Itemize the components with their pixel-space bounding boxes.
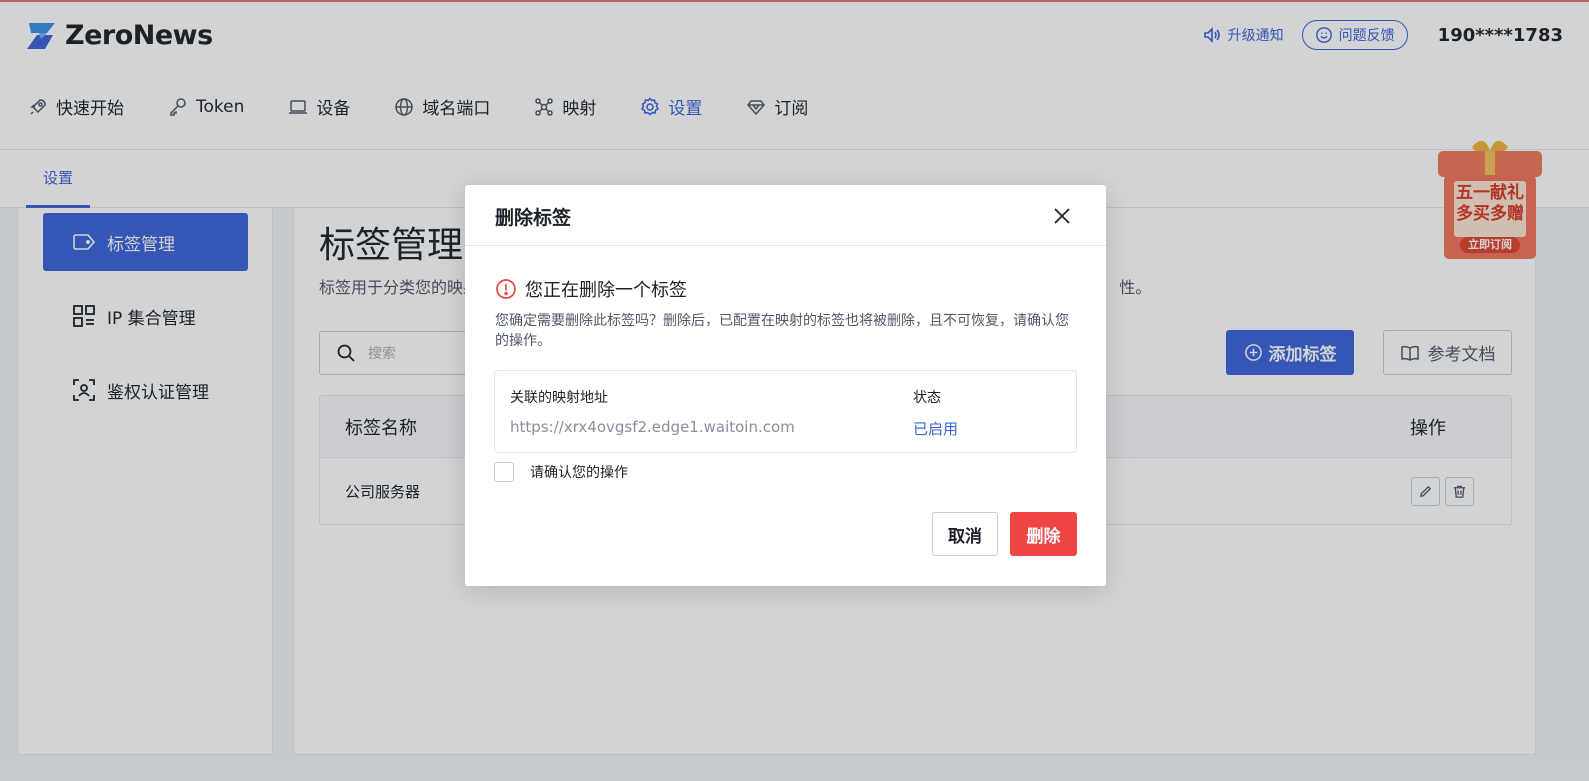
warning-text: 您正在删除一个标签 xyxy=(525,280,687,301)
confirm-checkbox[interactable] xyxy=(494,462,514,482)
col-header-status: 状态 xyxy=(913,390,941,406)
associated-mappings: 关联的映射地址 状态 https://xrx4ovgsf2.edge1.wait… xyxy=(494,370,1077,453)
dialog-title: 删除标签 xyxy=(495,207,572,229)
delete-button[interactable]: 删除 xyxy=(1010,512,1077,556)
warning-description: 您确定需要删除此标签吗？删除后，已配置在映射的标签也将被删除，且不可恢复，请确认… xyxy=(495,313,1069,349)
dialog-header: 删除标签 xyxy=(465,185,1106,246)
close-icon[interactable] xyxy=(1051,205,1073,227)
warning-circle-icon xyxy=(496,279,516,299)
warning-heading: 您正在删除一个标签 xyxy=(495,276,687,302)
mapping-address: https://xrx4ovgsf2.edge1.waitoin.com xyxy=(510,418,795,436)
delete-tag-dialog: 删除标签 您正在删除一个标签 您确定需要删除此标签吗？删除后，已配置在映射的标签… xyxy=(465,185,1106,586)
confirm-operation: 请确认您的操作 xyxy=(494,462,628,482)
mapping-status-badge: 已启用 xyxy=(913,420,959,438)
confirm-label: 请确认您的操作 xyxy=(530,465,628,481)
cancel-button[interactable]: 取消 xyxy=(932,512,998,556)
col-header-address: 关联的映射地址 xyxy=(510,390,608,406)
